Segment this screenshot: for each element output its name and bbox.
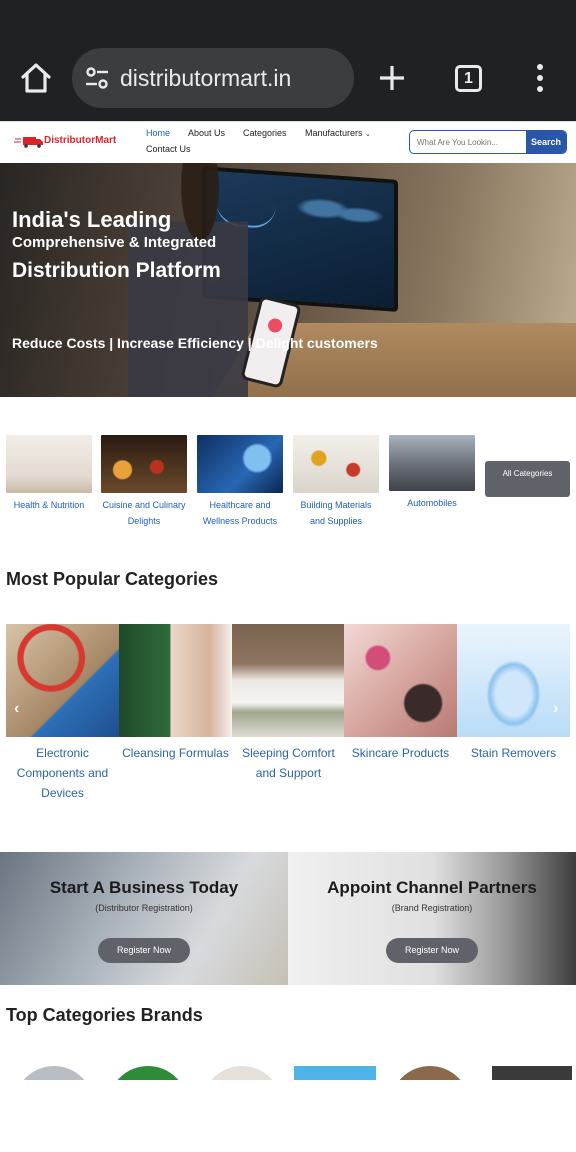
new-tab-icon[interactable] — [378, 64, 406, 92]
popular-section-title: Most Popular Categories — [6, 569, 219, 589]
popular-item[interactable]: Electronic Components and Devices — [6, 624, 119, 803]
category-tile[interactable]: Cuisine and Culinary Delights — [101, 435, 187, 529]
popular-item[interactable]: Sleeping Comfort and Support — [232, 624, 345, 783]
popular-item[interactable]: Cleansing Formulas — [119, 624, 232, 763]
carousel-next-icon[interactable]: › — [553, 700, 558, 718]
carousel-prev-icon[interactable]: ‹ — [14, 700, 19, 718]
url-text[interactable]: distributormart.in — [120, 65, 291, 92]
hero-title-line2: Comprehensive & Integrated — [12, 234, 217, 251]
category-label: Cuisine and Culinary Delights — [102, 500, 186, 526]
brand-logo[interactable] — [108, 1066, 188, 1080]
chevron-down-icon: ⌄ — [365, 131, 371, 138]
search-button[interactable]: Search — [526, 131, 566, 153]
popular-item[interactable]: Skincare Products — [344, 624, 457, 763]
category-image — [293, 435, 379, 493]
brand-banner-title: Appoint Channel Partners — [327, 878, 537, 897]
nav-manufacturers[interactable]: Manufacturers ⌄ — [305, 128, 371, 138]
search-input[interactable] — [410, 131, 528, 153]
home-icon[interactable] — [18, 60, 54, 96]
category-image — [389, 435, 475, 491]
nav-home[interactable]: Home — [146, 128, 170, 138]
popular-label: Sleeping Comfort and Support — [242, 746, 335, 780]
popular-image — [457, 624, 570, 737]
popular-label: Skincare Products — [351, 746, 450, 760]
hero-banner: India's Leading Comprehensive & Integrat… — [0, 163, 576, 397]
popular-item[interactable]: Stain Removers — [457, 624, 570, 763]
category-tile[interactable]: Health & Nutrition — [6, 435, 92, 513]
distributor-banner: Start A Business Today (Distributor Regi… — [0, 852, 288, 985]
brand-register-button[interactable]: Register Now — [386, 938, 478, 963]
category-tile[interactable]: Automobiles — [389, 435, 475, 511]
nav-categories[interactable]: Categories — [243, 128, 287, 138]
popular-image — [6, 624, 119, 737]
distributor-banner-subtitle: (Distributor Registration) — [95, 903, 193, 913]
brand-logo[interactable] — [202, 1066, 282, 1080]
browser-toolbar: distributormart.in 1 — [0, 0, 576, 121]
category-label: Building Materials and Supplies — [300, 500, 372, 526]
brand-logo[interactable] — [14, 1066, 94, 1080]
brand-logo[interactable] — [294, 1066, 376, 1080]
site-logo[interactable]: DistributorMart — [14, 134, 124, 150]
popular-label: Electronic Components and Devices — [16, 746, 109, 800]
tab-switcher-button[interactable]: 1 — [455, 65, 482, 92]
hero-title-line1: India's Leading — [12, 207, 172, 232]
popular-label: Cleansing Formulas — [122, 746, 229, 760]
logo-text: DistributorMart — [44, 135, 117, 146]
nav-about-us[interactable]: About Us — [188, 128, 225, 138]
brand-banner: Appoint Channel Partners (Brand Registra… — [288, 852, 576, 985]
brand-logo[interactable] — [492, 1066, 572, 1080]
category-image — [101, 435, 187, 493]
browser-menu-icon[interactable] — [536, 64, 544, 92]
truck-logo-icon — [14, 137, 43, 148]
popular-image — [344, 624, 457, 737]
brands-section-title: Top Categories Brands — [6, 1005, 203, 1025]
category-label: Healthcare and Wellness Products — [202, 500, 278, 526]
popular-image — [232, 624, 345, 737]
site-settings-icon[interactable] — [84, 66, 110, 90]
popular-image — [119, 624, 232, 737]
hero-tagline: Reduce Costs | Increase Efficiency | Del… — [12, 335, 378, 351]
nav-contact-us[interactable]: Contact Us — [146, 144, 191, 154]
nav-manufacturers-label: Manufacturers — [305, 128, 363, 138]
category-label: Health & Nutrition — [13, 500, 85, 510]
address-bar[interactable]: distributormart.in — [72, 48, 354, 108]
search-box: Search — [409, 130, 567, 154]
distributor-banner-title: Start A Business Today — [49, 878, 239, 897]
brand-logo[interactable] — [390, 1066, 470, 1080]
distributor-register-button[interactable]: Register Now — [98, 938, 190, 963]
all-categories-button[interactable]: All Categories — [485, 461, 570, 497]
site-header: DistributorMart Home About Us Categories… — [0, 121, 576, 163]
category-image — [197, 435, 283, 493]
hero-title-line3: Distribution Platform — [12, 259, 221, 282]
category-tile[interactable]: Building Materials and Supplies — [293, 435, 379, 529]
brand-banner-subtitle: (Brand Registration) — [391, 903, 473, 913]
category-image — [6, 435, 92, 493]
category-label: Automobiles — [407, 498, 457, 508]
popular-label: Stain Removers — [470, 746, 557, 760]
category-tile[interactable]: Healthcare and Wellness Products — [197, 435, 283, 529]
